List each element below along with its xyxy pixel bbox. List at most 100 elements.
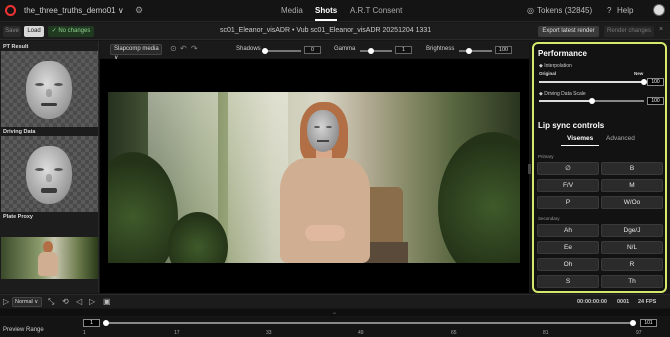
shot-toolbar: Save Load ✓ No changes sc01_Eleanor_visA… — [0, 23, 670, 40]
shot-title: sc01_Eleanor_visADR • Vub sc01_Eleanor_v… — [220, 27, 432, 34]
timeline-tick: 97 — [636, 330, 642, 336]
shadows-slider[interactable] — [265, 50, 301, 52]
brightness-slider-handle[interactable] — [465, 48, 472, 54]
tab-visemes[interactable]: Visemes — [567, 135, 593, 142]
pt-result-thumbnail[interactable] — [1, 51, 98, 127]
help-icon: ? — [607, 6, 612, 15]
frame-counter: 0001 — [617, 299, 630, 305]
gamma-label: Gamma — [334, 46, 356, 52]
range-start-handle[interactable] — [103, 320, 109, 326]
app-logo-icon[interactable] — [5, 5, 16, 16]
pt-result-label: PT Result — [3, 44, 29, 50]
camera-icon[interactable]: ▣ — [103, 297, 111, 306]
viseme-button[interactable]: Ee — [537, 241, 599, 254]
video-frame[interactable] — [108, 92, 520, 263]
viseme-button[interactable]: Dge/J — [601, 224, 663, 237]
right-panel: Performance ◆ Interpolation Original New… — [532, 42, 667, 293]
fps-label: 24 FPS — [638, 299, 657, 305]
driving-data-label: Driving Data — [3, 129, 36, 135]
interpolation-min-label: Original — [539, 71, 557, 76]
driving-data-thumbnail[interactable] — [1, 136, 98, 212]
active-tab-indicator — [561, 145, 599, 146]
shadows-value[interactable]: 0 — [304, 46, 321, 54]
tokens-counter[interactable]: Tokens (32845) — [537, 6, 592, 15]
avatar[interactable] — [653, 4, 665, 16]
fit-icon[interactable]: ⤡ — [48, 297, 54, 307]
actor — [270, 100, 380, 263]
video-stage — [100, 59, 531, 293]
shadows-slider-handle[interactable] — [262, 48, 268, 54]
timeline-tick: 65 — [451, 330, 457, 336]
timeline-collapse-bar[interactable]: ⌄ — [0, 309, 670, 316]
range-start-input[interactable]: 1 — [83, 319, 100, 327]
brightness-label: Brightness — [426, 46, 455, 52]
viseme-button[interactable]: F/V — [537, 179, 599, 192]
viseme-button[interactable]: Ah — [537, 224, 599, 237]
interpolation-value[interactable]: 100 — [647, 78, 664, 86]
gamma-value[interactable]: 1 — [395, 46, 412, 54]
driving-scale-slider-handle[interactable] — [588, 98, 595, 104]
interpolation-slider[interactable] — [539, 81, 644, 83]
playback-speed-select[interactable]: Normal ∨ — [12, 297, 42, 307]
viseme-button[interactable]: M — [601, 179, 663, 192]
range-end-input[interactable]: 101 — [640, 319, 657, 327]
tab-art-consent[interactable]: A.R.T Consent — [350, 6, 402, 15]
viseme-button[interactable]: W/Oo — [601, 196, 663, 209]
range-end-handle[interactable] — [630, 320, 636, 326]
driving-scale-value[interactable]: 100 — [647, 97, 664, 105]
gear-icon[interactable]: ⚙ — [135, 5, 143, 16]
media-mode-select[interactable]: Slapcomp media ∨ — [110, 44, 162, 61]
tab-media[interactable]: Media — [281, 6, 303, 15]
performance-title: Performance — [538, 49, 587, 58]
save-button[interactable]: Save — [3, 26, 21, 37]
chevron-down-icon[interactable]: ⌄ — [332, 309, 337, 316]
preview-range-timeline: Preview Range 1 101 1 17 33 49 65 81 97 — [0, 317, 670, 337]
brightness-value[interactable]: 100 — [495, 46, 512, 54]
secondary-section-label: Secondary — [538, 216, 560, 221]
tab-advanced[interactable]: Advanced — [606, 135, 635, 142]
face-render — [26, 146, 72, 204]
primary-section-label: Primary — [538, 154, 554, 159]
panel-resize-handle[interactable] — [528, 164, 531, 174]
close-icon[interactable]: × — [659, 26, 663, 33]
timeline-tick: 49 — [358, 330, 364, 336]
viseme-button[interactable]: ∅ — [537, 162, 599, 175]
left-panel: PT Result Driving Data Plate Proxy — [0, 41, 99, 293]
info-icon[interactable]: ⊙ — [170, 44, 177, 53]
play-icon[interactable]: ▷ — [3, 297, 9, 306]
face-render — [307, 110, 339, 152]
lipsync-title: Lip sync controls — [538, 121, 605, 130]
plate-proxy-label: Plate Proxy — [3, 214, 33, 220]
viseme-button[interactable]: R — [601, 258, 663, 271]
undo-icon[interactable]: ↶ — [180, 44, 187, 53]
timeline-tick: 17 — [174, 330, 180, 336]
token-icon: ◎ — [527, 6, 534, 15]
viseme-button[interactable]: P — [537, 196, 599, 209]
video-tools-bar: Slapcomp media ∨ ⊙ ↶ ↷ Shadows 0 Gamma 1… — [100, 41, 529, 61]
viseme-button[interactable]: Oh — [537, 258, 599, 271]
load-button[interactable]: Load — [24, 26, 44, 37]
timeline-tick: 81 — [543, 330, 549, 336]
top-bar: the_three_truths_demo01 ∨ ⚙ Media Shots … — [0, 0, 670, 22]
range-slider[interactable] — [105, 322, 633, 324]
redo-icon[interactable]: ↷ — [191, 44, 198, 53]
loop-icon[interactable]: ⟲ — [62, 297, 69, 306]
export-render-button[interactable]: Export latest render — [538, 26, 599, 37]
step-forward-icon[interactable]: ▷ — [89, 297, 95, 306]
viseme-button[interactable]: B — [601, 162, 663, 175]
shadows-label: Shadows — [236, 46, 261, 52]
viseme-button[interactable]: S — [537, 275, 599, 288]
tab-shots[interactable]: Shots — [315, 6, 337, 15]
gamma-slider[interactable] — [360, 50, 392, 52]
viseme-button[interactable]: N/L — [601, 241, 663, 254]
help-link[interactable]: Help — [617, 6, 633, 15]
viseme-button[interactable]: Th — [601, 275, 663, 288]
gamma-slider-handle[interactable] — [368, 48, 375, 54]
plate-proxy-thumbnail[interactable] — [1, 237, 98, 279]
render-changes-button[interactable]: Render changes — [604, 26, 654, 37]
interpolation-label: ◆ Interpolation — [539, 63, 572, 69]
step-back-icon[interactable]: ◁ — [76, 297, 82, 306]
project-selector[interactable]: the_three_truths_demo01 ∨ — [24, 6, 124, 15]
transport-bar: ▷ Normal ∨ ⤡ ⟲ ◁ ▷ ▣ 00:00:00:00 0001 24… — [0, 294, 670, 308]
brightness-slider[interactable] — [459, 50, 492, 52]
